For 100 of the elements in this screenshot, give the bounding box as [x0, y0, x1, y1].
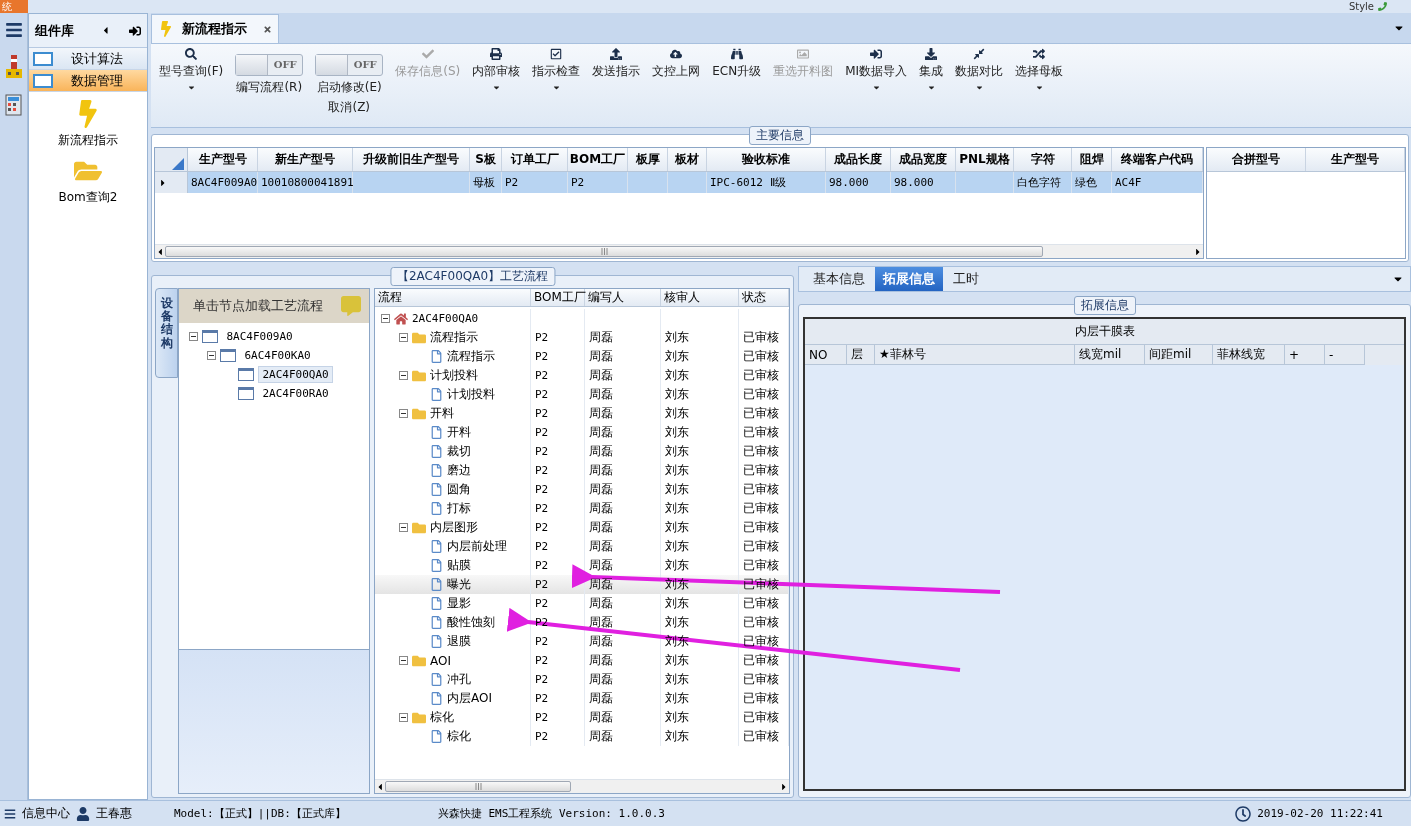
library-category[interactable]: 数据管理 [29, 70, 147, 92]
column-header[interactable]: 核审人 [661, 289, 739, 306]
toolbar-button[interactable]: 型号查询(F) [157, 48, 226, 92]
library-item[interactable]: 新流程指示 [58, 132, 118, 149]
cancel-button[interactable]: 取消(Z) [328, 99, 371, 116]
column-header[interactable]: 成品宽度 [891, 148, 956, 171]
column-header[interactable]: 新生产型号 [258, 148, 353, 171]
process-row[interactable]: 2AC4F00QA0 [375, 309, 789, 328]
toolbar-button[interactable]: 指示检查 [530, 48, 583, 92]
column-header[interactable]: 线宽mil [1075, 345, 1145, 365]
step-label: 裁切 [447, 443, 471, 460]
close-icon[interactable] [263, 24, 272, 34]
tab[interactable]: 基本信息 [805, 267, 873, 291]
process-row[interactable]: 圆角 P2 周磊 刘东 已审核 [375, 480, 789, 499]
column-header[interactable]: ★菲林号 [875, 345, 1075, 365]
process-row[interactable]: 显影 P2 周磊 刘东 已审核 [375, 594, 789, 613]
column-header[interactable]: 菲林线宽 [1213, 345, 1285, 365]
column-header[interactable]: 层 [847, 345, 875, 365]
process-row[interactable]: 计划投料 P2 周磊 刘东 已审核 [375, 385, 789, 404]
calculator-icon[interactable] [3, 93, 24, 119]
column-header[interactable]: 合拼型号 [1207, 148, 1306, 171]
column-header[interactable]: 状态 [739, 289, 789, 306]
library-item[interactable]: Bom查询2 [58, 189, 118, 206]
phone-icon[interactable] [1378, 2, 1387, 11]
process-row[interactable]: 内层图形 P2 周磊 刘东 已审核 [375, 518, 789, 537]
table-cell: 刘东 [665, 329, 689, 346]
document-tab[interactable]: 新流程指示 [151, 14, 279, 43]
column-header[interactable]: 板材 [668, 148, 707, 171]
vertical-tab[interactable]: 设备结构 [155, 288, 179, 378]
device-label[interactable]: 2AC4F00RA0 [258, 385, 333, 402]
column-header[interactable]: BOM工厂 [568, 148, 628, 171]
collapse-icon[interactable] [399, 713, 408, 722]
column-header[interactable]: 间距mil [1145, 345, 1213, 365]
toolbar-button[interactable]: 文控上网 [650, 48, 703, 80]
collapse-icon[interactable] [207, 351, 217, 360]
column-header[interactable]: 字符 [1014, 148, 1072, 171]
table-cell: 刘东 [665, 652, 689, 669]
check-icon [421, 48, 434, 60]
toolbar-button[interactable]: 内部审核 [470, 48, 523, 92]
factory-icon[interactable] [3, 53, 24, 79]
process-row[interactable]: 开料 P2 周磊 刘东 已审核 [375, 404, 789, 423]
process-row[interactable]: 磨边 P2 周磊 刘东 已审核 [375, 461, 789, 480]
column-header[interactable]: 板厚 [628, 148, 668, 171]
column-header[interactable]: 验收标准 [707, 148, 826, 171]
tab[interactable]: 拓展信息 [875, 267, 943, 291]
column-header[interactable]: 编写人 [585, 289, 661, 306]
column-header[interactable]: 生产型号 [1306, 148, 1405, 171]
library-category[interactable]: 设计算法 [29, 48, 147, 70]
style-menu[interactable]: Style [1348, 0, 1374, 13]
collapse-icon[interactable] [399, 409, 408, 418]
toolbar-button[interactable]: 选择母板 [1013, 48, 1066, 92]
collapse-icon[interactable] [399, 523, 408, 532]
column-header[interactable]: NO [805, 345, 847, 365]
scrollbar-thumb[interactable] [165, 246, 1043, 257]
toggle-switch[interactable]: OFF [235, 54, 304, 76]
column-header[interactable]: 生产型号 [188, 148, 258, 171]
device-label[interactable]: 2AC4F00QA0 [258, 366, 333, 383]
column-header[interactable]: 流程 [375, 289, 531, 306]
toolbar-button[interactable]: MI数据导入 [843, 48, 910, 92]
column-header[interactable]: 阻焊 [1072, 148, 1112, 171]
column-header[interactable]: + [1285, 345, 1325, 365]
column-header[interactable]: 终端客户代码 [1112, 148, 1203, 171]
process-row[interactable]: AOI P2 周磊 刘东 已审核 [375, 651, 789, 670]
process-row[interactable]: 开料 P2 周磊 刘东 已审核 [375, 423, 789, 442]
column-header[interactable]: PNL规格 [956, 148, 1014, 171]
process-row[interactable]: 流程指示 P2 周磊 刘东 已审核 [375, 347, 789, 366]
menu-icon[interactable] [4, 21, 23, 39]
column-header[interactable]: S板 [470, 148, 502, 171]
device-label[interactable]: 6AC4F00KA0 [240, 347, 315, 364]
collapse-icon[interactable] [399, 333, 408, 342]
collapse-icon[interactable] [399, 656, 408, 665]
process-row[interactable]: 计划投料 P2 周磊 刘东 已审核 [375, 366, 789, 385]
process-row[interactable]: 打标 P2 周磊 刘东 已审核 [375, 499, 789, 518]
toolbar-button[interactable]: ECN升级 [710, 48, 764, 80]
device-label[interactable]: 8AC4F009A0 [222, 328, 297, 345]
process-row[interactable]: 裁切 P2 周磊 刘东 已审核 [375, 442, 789, 461]
collapse-icon[interactable] [399, 371, 408, 380]
scrollbar-thumb[interactable] [385, 781, 571, 792]
process-row[interactable]: 棕化 P2 周磊 刘东 已审核 [375, 708, 789, 727]
column-header[interactable]: 升级前旧生产型号 [353, 148, 470, 171]
column-header[interactable]: 成品长度 [826, 148, 891, 171]
document-icon [430, 350, 443, 363]
process-row[interactable]: 棕化 P2 周磊 刘东 已审核 [375, 727, 789, 746]
toggle-switch[interactable]: OFF [315, 54, 384, 76]
toolbar-button[interactable]: 集成 [917, 48, 946, 92]
process-row[interactable]: 流程指示 P2 周磊 刘东 已审核 [375, 328, 789, 347]
process-row[interactable]: 冲孔 P2 周磊 刘东 已审核 [375, 670, 789, 689]
collapse-icon[interactable] [189, 332, 199, 341]
info-center-link[interactable]: 信息中心 [22, 805, 70, 822]
column-header[interactable]: - [1325, 345, 1365, 365]
process-row[interactable]: 内层前处理 P2 周磊 刘东 已审核 [375, 537, 789, 556]
column-header[interactable]: BOM工厂 [531, 289, 585, 306]
toolbar-button[interactable]: 发送指示 [590, 48, 643, 80]
toolbar-button[interactable]: 数据对比 [953, 48, 1006, 92]
process-row[interactable]: 内层AOI P2 周磊 刘东 已审核 [375, 689, 789, 708]
collapse-icon[interactable] [381, 314, 390, 323]
column-header[interactable]: 订单工厂 [502, 148, 568, 171]
table-row[interactable]: 8AC4F009A0 10010800041891 母板 P2 P2 IPC-6012 Ⅱ级 98.000 98.000 白色字符 绿色 AC4F [155, 172, 1203, 193]
download-icon [925, 48, 938, 60]
tab[interactable]: 工时 [945, 267, 987, 291]
